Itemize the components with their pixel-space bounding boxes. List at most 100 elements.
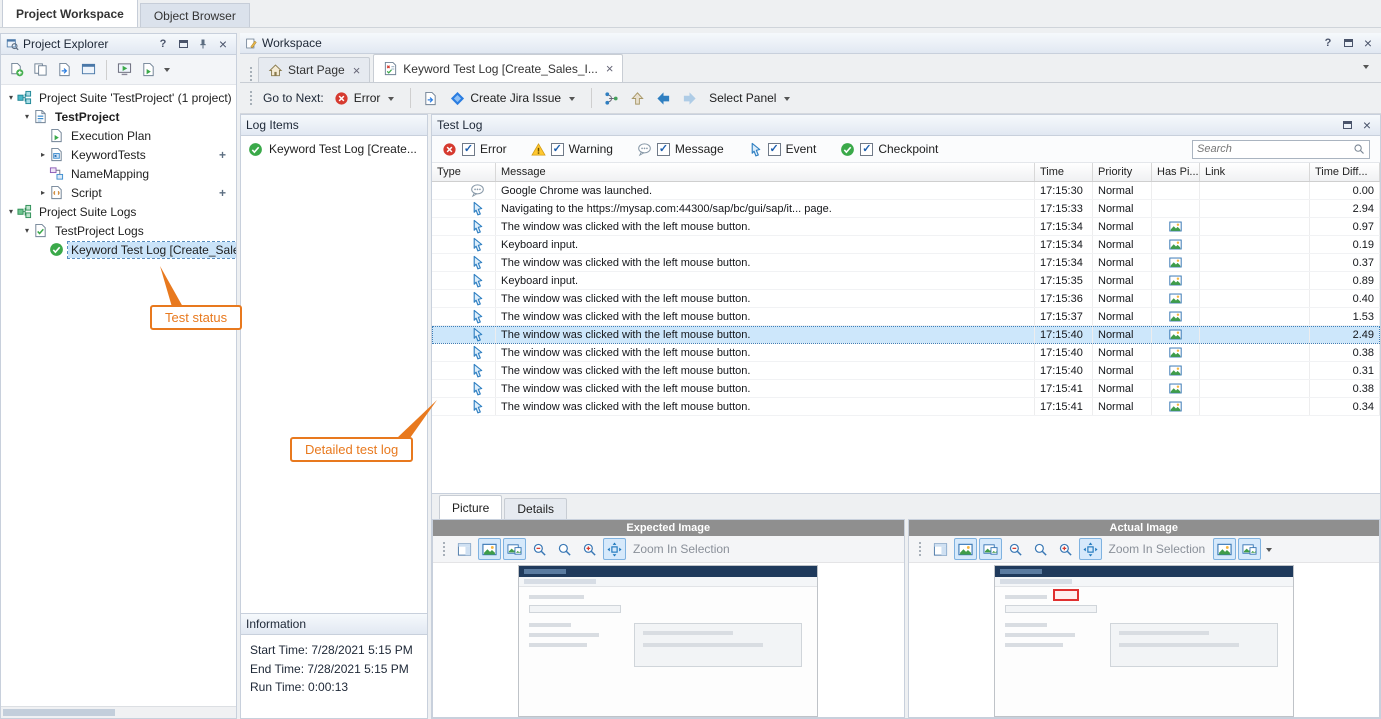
- column-header[interactable]: Message: [496, 163, 1035, 181]
- run-test-icon[interactable]: [137, 59, 160, 81]
- log-row[interactable]: Google Chrome was launched. 17:15:30 Nor…: [432, 182, 1380, 200]
- log-row[interactable]: The window was clicked with the left mou…: [432, 344, 1380, 362]
- open-in-new-window-icon[interactable]: [453, 538, 476, 560]
- add-child-button[interactable]: [219, 186, 226, 200]
- log-item[interactable]: Keyword Test Log [Create...: [241, 139, 427, 159]
- column-header[interactable]: Has Pi...: [1152, 163, 1200, 181]
- create-issue-button[interactable]: [419, 87, 442, 109]
- tab-close-icon[interactable]: [353, 63, 361, 78]
- actual-image-thumbnail[interactable]: [994, 565, 1294, 717]
- open-file-icon[interactable]: [53, 59, 76, 81]
- workspace-tab[interactable]: Project Workspace: [2, 0, 138, 27]
- result-tab[interactable]: Details: [504, 498, 567, 519]
- zoom-out-icon[interactable]: [1004, 538, 1027, 560]
- add-existing-item-icon[interactable]: [29, 59, 52, 81]
- log-row[interactable]: Keyboard input. 17:15:34 Normal 0.19: [432, 236, 1380, 254]
- log-row[interactable]: Keyboard input. 17:15:35 Normal 0.89: [432, 272, 1380, 290]
- expected-image-thumbnail[interactable]: [518, 565, 818, 717]
- tree-item[interactable]: NameMapping: [1, 164, 236, 183]
- log-row[interactable]: The window was clicked with the left mou…: [432, 218, 1380, 236]
- toolbar-grip[interactable]: [918, 541, 922, 557]
- tree-item[interactable]: KeywordTests: [1, 145, 236, 164]
- log-row[interactable]: The window was clicked with the left mou…: [432, 362, 1380, 380]
- compare-mode-icon[interactable]: [1238, 538, 1261, 560]
- tree-expander-icon[interactable]: [5, 207, 17, 216]
- toolbar-grip[interactable]: [442, 541, 446, 557]
- export-log-icon[interactable]: [626, 87, 649, 109]
- tree-item[interactable]: Execution Plan: [1, 126, 236, 145]
- show-image-icon[interactable]: [954, 538, 977, 560]
- select-panel-button[interactable]: Select Panel: [704, 89, 798, 107]
- open-in-new-window-icon[interactable]: [929, 538, 952, 560]
- tab-close-icon[interactable]: [606, 61, 614, 76]
- tree-expander-icon[interactable]: [37, 150, 49, 159]
- show-image-icon[interactable]: [478, 538, 501, 560]
- float-icon[interactable]: [1339, 118, 1355, 133]
- toolbar-grip[interactable]: [249, 66, 253, 82]
- next-result-icon[interactable]: [678, 87, 701, 109]
- help-icon[interactable]: [1320, 36, 1336, 51]
- zoom-normal-icon[interactable]: [553, 538, 576, 560]
- close-icon[interactable]: [1359, 118, 1375, 133]
- post-defect-icon[interactable]: [600, 87, 623, 109]
- tree-item[interactable]: TestProject Logs: [1, 221, 236, 240]
- help-icon[interactable]: [155, 37, 171, 52]
- tree-item[interactable]: Project Suite 'TestProject' (1 project): [1, 88, 236, 107]
- tree-item[interactable]: Script: [1, 183, 236, 202]
- filter-checkbox[interactable]: [657, 143, 670, 156]
- zoom-in-icon[interactable]: [1054, 538, 1077, 560]
- add-child-button[interactable]: [219, 148, 226, 162]
- log-row[interactable]: The window was clicked with the left mou…: [432, 290, 1380, 308]
- zoom-in-selection-icon[interactable]: [603, 538, 626, 560]
- chevron-down-icon[interactable]: [1266, 548, 1272, 555]
- zoom-out-icon[interactable]: [528, 538, 551, 560]
- copy-image-icon[interactable]: [503, 538, 526, 560]
- log-row[interactable]: The window was clicked with the left mou…: [432, 254, 1380, 272]
- go-to-next-error-button[interactable]: Error: [329, 89, 403, 108]
- document-tab[interactable]: Keyword Test Log [Create_Sales_I...: [373, 54, 623, 82]
- horizontal-scrollbar[interactable]: [1, 706, 236, 718]
- pin-icon[interactable]: [195, 37, 211, 52]
- float-icon[interactable]: [1340, 36, 1356, 51]
- tree-expander-icon[interactable]: [37, 188, 49, 197]
- tree-item[interactable]: TestProject: [1, 107, 236, 126]
- tree-expander-icon[interactable]: [21, 112, 33, 121]
- toolbar-grip[interactable]: [249, 90, 253, 106]
- log-row[interactable]: Navigating to the https://mysap.com:4430…: [432, 200, 1380, 218]
- filter-checkbox[interactable]: [551, 143, 564, 156]
- tree-expander-icon[interactable]: [21, 226, 33, 235]
- object-browser-icon[interactable]: [77, 59, 100, 81]
- close-icon[interactable]: [215, 37, 231, 52]
- zoom-normal-icon[interactable]: [1029, 538, 1052, 560]
- column-header[interactable]: Time: [1035, 163, 1093, 181]
- log-row[interactable]: The window was clicked with the left mou…: [432, 326, 1380, 344]
- log-filter[interactable]: Error: [442, 142, 507, 157]
- column-header[interactable]: Link: [1200, 163, 1310, 181]
- log-row[interactable]: The window was clicked with the left mou…: [432, 398, 1380, 416]
- log-filter[interactable]: Warning: [531, 142, 613, 157]
- tree-item[interactable]: Keyword Test Log [Create_Sales: [1, 240, 236, 259]
- document-tab[interactable]: Start Page: [258, 57, 370, 82]
- copy-image-icon[interactable]: [979, 538, 1002, 560]
- add-new-item-icon[interactable]: [5, 59, 28, 81]
- float-icon[interactable]: [175, 37, 191, 52]
- zoom-in-selection-icon[interactable]: [1079, 538, 1102, 560]
- filter-checkbox[interactable]: [768, 143, 781, 156]
- tab-list-dropdown-icon[interactable]: [1363, 65, 1369, 72]
- tree-expander-icon[interactable]: [5, 93, 17, 102]
- column-header[interactable]: Type: [432, 163, 496, 181]
- run-project-icon[interactable]: [113, 59, 136, 81]
- log-filter[interactable]: Event: [748, 142, 817, 157]
- filter-checkbox[interactable]: [462, 143, 475, 156]
- scrollbar-thumb[interactable]: [3, 709, 115, 716]
- log-filter[interactable]: Checkpoint: [840, 142, 938, 157]
- log-row[interactable]: The window was clicked with the left mou…: [432, 308, 1380, 326]
- tree-item[interactable]: Project Suite Logs: [1, 202, 236, 221]
- close-icon[interactable]: [1360, 36, 1376, 51]
- previous-result-icon[interactable]: [652, 87, 675, 109]
- filter-checkbox[interactable]: [860, 143, 873, 156]
- log-filter[interactable]: Message: [637, 142, 724, 157]
- workspace-tab[interactable]: Object Browser: [140, 3, 250, 27]
- view-mode-icon[interactable]: [1213, 538, 1236, 560]
- search-input[interactable]: [1197, 143, 1350, 155]
